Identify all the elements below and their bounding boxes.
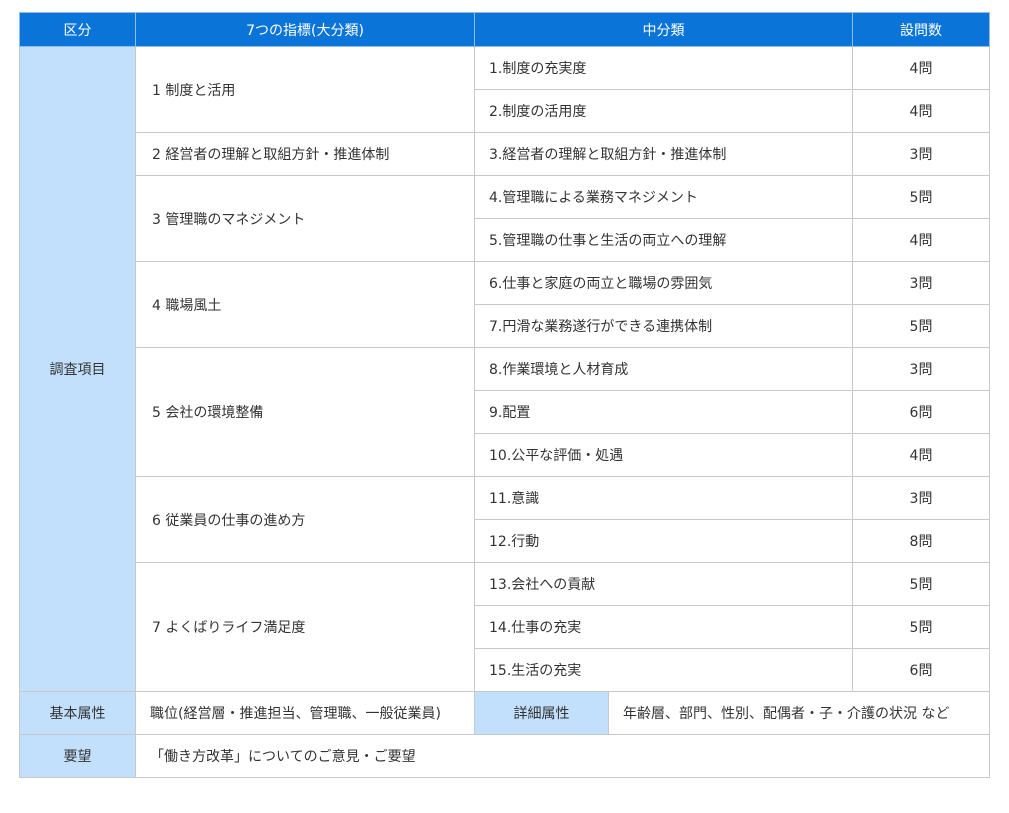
indicator-5: 5 会社の環境整備: [135, 347, 475, 477]
survey-items-table: 区分 7つの指標(大分類) 中分類 設問数 調査項目 1 制度と活用 1.制度の…: [19, 12, 990, 778]
table-row: 4 職場風土 6.仕事と家庭の両立と職場の雰囲気 3問: [20, 261, 990, 348]
indicator-6: 6 従業員の仕事の進め方: [135, 476, 475, 563]
subcategory-15: 15.生活の充実: [474, 648, 853, 692]
header-subcategory: 中分類: [474, 12, 853, 47]
subcategory-2: 2.制度の活用度: [474, 89, 853, 133]
indicator-3: 3 管理職のマネジメント: [135, 175, 475, 262]
subcategory-5: 5.管理職の仕事と生活の両立への理解: [474, 218, 853, 262]
subcategory-9: 9.配置: [474, 390, 853, 434]
header-category: 区分: [19, 12, 136, 47]
detail-attributes-value: 年齢層、部門、性別、配偶者・子・介護の状況 など: [608, 691, 990, 735]
indicator-7: 7 よくばりライフ満足度: [135, 562, 475, 692]
question-count-8: 3問: [852, 347, 990, 391]
table-row: 5 会社の環境整備 8.作業環境と人材育成 3問: [20, 347, 990, 477]
request-label: 要望: [19, 734, 136, 778]
header-indicator: 7つの指標(大分類): [135, 12, 475, 47]
subcategory-14: 14.仕事の充実: [474, 605, 853, 649]
indicator-4: 4 職場風土: [135, 261, 475, 348]
subcategory-6: 6.仕事と家庭の両立と職場の雰囲気: [474, 261, 853, 305]
subcategory-11: 11.意識: [474, 476, 853, 520]
subcategory-10: 10.公平な評価・処遇: [474, 433, 853, 477]
question-count-6: 3問: [852, 261, 990, 305]
category-survey-items: 調査項目: [19, 46, 136, 692]
request-value: 「働き方改革」についてのご意見・ご要望: [135, 734, 990, 778]
question-count-9: 6問: [852, 390, 990, 434]
table-header-row: 区分 7つの指標(大分類) 中分類 設問数: [19, 12, 990, 47]
request-row: 要望 「働き方改革」についてのご意見・ご要望: [19, 734, 990, 778]
detail-attributes-label: 詳細属性: [474, 691, 609, 735]
subcategory-1: 1.制度の充実度: [474, 46, 853, 90]
indicator-2: 2 経営者の理解と取組方針・推進体制: [135, 132, 475, 176]
indicator-1: 1 制度と活用: [135, 46, 475, 133]
header-question-count: 設問数: [852, 12, 990, 47]
question-count-7: 5問: [852, 304, 990, 348]
subcategory-8: 8.作業環境と人材育成: [474, 347, 853, 391]
table-row: 7 よくばりライフ満足度 13.会社への貢献 5問: [20, 562, 990, 692]
question-count-2: 4問: [852, 89, 990, 133]
table-row: 6 従業員の仕事の進め方 11.意識 3問: [20, 476, 990, 563]
question-count-15: 6問: [852, 648, 990, 692]
subcategory-3: 3.経営者の理解と取組方針・推進体制: [474, 132, 853, 176]
question-count-12: 8問: [852, 519, 990, 563]
subcategory-13: 13.会社への貢献: [474, 562, 853, 606]
table-row: 3 管理職のマネジメント 4.管理職による業務マネジメント 5問: [20, 175, 990, 262]
subcategory-7: 7.円滑な業務遂行ができる連携体制: [474, 304, 853, 348]
question-count-3: 3問: [852, 132, 990, 176]
question-count-11: 3問: [852, 476, 990, 520]
question-count-5: 4問: [852, 218, 990, 262]
question-count-4: 5問: [852, 175, 990, 219]
basic-attributes-label: 基本属性: [19, 691, 136, 735]
subcategory-4: 4.管理職による業務マネジメント: [474, 175, 853, 219]
question-count-1: 4問: [852, 46, 990, 90]
table-row: 調査項目 1 制度と活用 1.制度の充実度 4問: [19, 46, 990, 692]
question-count-10: 4問: [852, 433, 990, 477]
basic-attributes-row: 基本属性 職位(経営層・推進担当、管理職、一般従業員) 詳細属性 年齢層、部門、…: [19, 691, 990, 735]
question-count-13: 5問: [852, 562, 990, 606]
table-row: 2 経営者の理解と取組方針・推進体制 3.経営者の理解と取組方針・推進体制 3問: [20, 132, 990, 176]
question-count-14: 5問: [852, 605, 990, 649]
subcategory-12: 12.行動: [474, 519, 853, 563]
basic-attributes-value: 職位(経営層・推進担当、管理職、一般従業員): [135, 691, 475, 735]
